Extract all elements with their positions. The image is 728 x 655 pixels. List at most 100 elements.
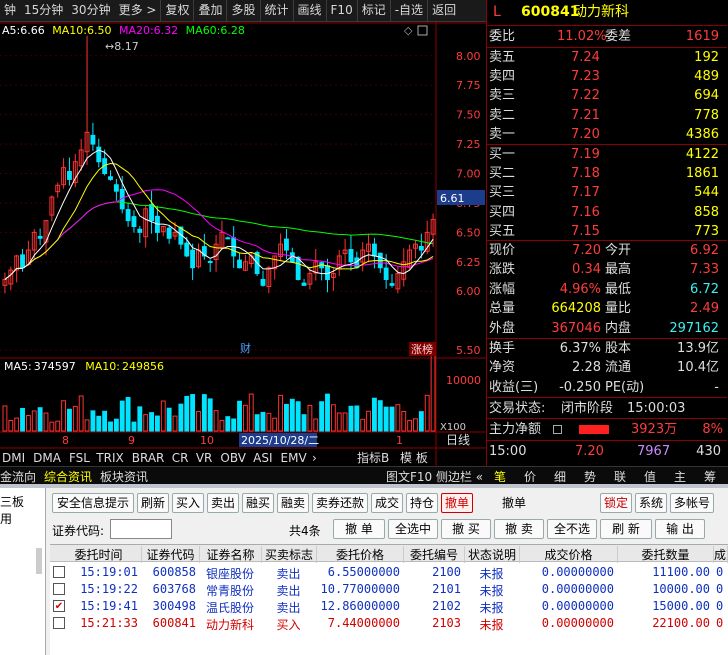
order-row[interactable]: 15:21:33 600841 动力新科 买入 7.44000000 2103 未报 0.00… — [50, 615, 728, 632]
candle-body[interactable] — [184, 242, 190, 257]
candle-body[interactable] — [207, 261, 213, 264]
refresh-button[interactable]: 刷新 — [137, 493, 169, 513]
export-button[interactable]: 输 出 — [655, 519, 705, 539]
sell-level-row[interactable]: 卖五 7.24 192 — [487, 48, 727, 67]
buy-level-row[interactable]: 买二 7.18 1861 — [487, 164, 727, 183]
sell-level-row[interactable]: 卖三 7.22 694 — [487, 86, 727, 105]
candle-body[interactable] — [260, 278, 266, 286]
order-row[interactable]: ✔ 15:19:41 300498 温氏股份 卖出 12.86000000 2102 未报 0.… — [50, 598, 728, 615]
candle-body[interactable] — [225, 237, 231, 240]
margin-sell-button[interactable]: 融卖 — [277, 493, 309, 513]
candle-body[interactable] — [371, 243, 377, 257]
tab-fund-flow[interactable]: 金流向 — [0, 468, 36, 485]
cancel-selected-button[interactable]: 撤 单 — [333, 519, 385, 539]
period-tab-15min[interactable]: 15分钟 — [20, 0, 67, 21]
candle-body[interactable] — [166, 227, 172, 239]
diamond-icon[interactable]: ◇ — [404, 24, 413, 37]
cancel-buys-button[interactable]: 撤 买 — [441, 519, 491, 539]
kline-chart[interactable]: 8.007.757.507.257.006.756.506.256.005.50… — [0, 22, 486, 466]
buy-button[interactable]: 买入 — [172, 493, 204, 513]
draw-line-button[interactable]: 画线 — [292, 0, 326, 21]
candle-body[interactable] — [149, 204, 154, 222]
scroll-arrow-right[interactable]: › — [312, 451, 317, 465]
candle-body[interactable] — [96, 146, 102, 163]
quote-tab[interactable]: 主 — [674, 468, 686, 485]
statistics-button[interactable]: 统计 — [259, 0, 293, 21]
candle-body[interactable] — [137, 228, 143, 233]
sell-repay-button[interactable]: 卖券还款 — [312, 493, 368, 513]
indicator-b-tab[interactable]: 指标B — [357, 450, 389, 465]
column-header[interactable]: 证券代码 — [142, 546, 200, 563]
cancel-sells-button[interactable]: 撤 卖 — [494, 519, 544, 539]
quote-tab[interactable]: 价 — [524, 468, 536, 485]
margin-buy-button[interactable]: 融买 — [242, 493, 274, 513]
candle-body[interactable] — [125, 209, 131, 222]
order-row[interactable]: 15:19:22 603768 常青股份 卖出 10.77000000 2101 未报 0.0… — [50, 581, 728, 598]
candle-body[interactable] — [383, 267, 389, 280]
template-tab[interactable]: 模 板 — [400, 451, 428, 465]
candle-body[interactable] — [418, 245, 424, 251]
candle-body[interactable] — [301, 282, 307, 286]
period-label[interactable]: 日线 — [446, 433, 470, 447]
candle-body[interactable] — [348, 249, 354, 263]
column-header[interactable]: 委托数量 — [618, 546, 714, 563]
security-info-button[interactable]: 安全信息提示 — [52, 493, 134, 513]
multi-account-button[interactable]: 多帐号 — [670, 493, 714, 513]
mark-button[interactable]: 标记 — [356, 0, 390, 21]
deals-button[interactable]: 成交 — [371, 493, 403, 513]
column-header[interactable]: 状态说明 — [465, 546, 520, 563]
column-header[interactable]: 成交数量 — [714, 546, 728, 563]
column-header[interactable]: 委托时间 — [56, 546, 142, 563]
indicator-tabs[interactable]: DMI DMA FSL TRIX BRAR CR VR OBV ASI EMV — [2, 451, 307, 465]
quote-tab[interactable]: 势 — [584, 468, 596, 485]
order-row[interactable]: 15:19:01 600858 银座股份 卖出 6.55000000 2100 未报 0.00… — [50, 564, 728, 581]
f10-button[interactable]: F10 — [325, 0, 357, 21]
column-header[interactable]: 委托价格 — [317, 546, 404, 563]
sell-level-row[interactable]: 卖四 7.23 489 — [487, 67, 727, 86]
candle-body[interactable] — [113, 184, 119, 192]
select-all-button[interactable]: 全选中 — [388, 519, 438, 539]
sidebar-item-use[interactable]: 用 — [0, 510, 12, 527]
sell-button[interactable]: 卖出 — [207, 493, 239, 513]
positions-button[interactable]: 持仓 — [406, 493, 438, 513]
main-force-toggle-icon[interactable] — [553, 425, 562, 434]
fuquan-button[interactable]: 复权 — [160, 0, 193, 21]
column-header[interactable]: 买卖标志 — [262, 546, 317, 563]
system-button[interactable]: 系统 — [635, 493, 667, 513]
buy-level-row[interactable]: 买一 7.19 4122 — [487, 145, 727, 164]
quote-tab[interactable]: 细 — [554, 468, 566, 485]
remove-favorite-button[interactable]: -自选 — [389, 0, 427, 21]
candle-body[interactable] — [37, 235, 43, 239]
cancel-order-tab[interactable]: 撤单 — [441, 493, 473, 513]
column-header[interactable]: 成交价格 — [520, 546, 618, 563]
sell-level-row[interactable]: 卖二 7.21 778 — [487, 106, 727, 125]
tab-news[interactable]: 综合资讯 — [44, 468, 92, 485]
deselect-all-button[interactable]: 全不选 — [547, 519, 597, 539]
candle-body[interactable] — [131, 216, 137, 227]
candle-body[interactable] — [389, 283, 395, 286]
candle-body[interactable] — [20, 254, 25, 269]
quote-tab[interactable]: 联 — [614, 468, 626, 485]
sell-level-row[interactable]: 卖一 7.20 4386 — [487, 125, 727, 144]
back-button[interactable]: 返回 — [427, 0, 460, 21]
candle-body[interactable] — [90, 134, 96, 145]
period-tab-minute[interactable]: 钟 — [0, 0, 20, 21]
sidebar-scrollbar[interactable] — [36, 548, 42, 574]
overlay-button[interactable]: 叠加 — [193, 0, 226, 21]
f10-sidebar-tab[interactable]: 图文F10 侧边栏 « — [386, 468, 483, 485]
code-input[interactable] — [110, 519, 172, 539]
buy-level-row[interactable]: 买四 7.16 858 — [487, 203, 727, 222]
zhangbang-marker[interactable]: 涨榜 — [411, 342, 433, 356]
column-header[interactable]: 委托编号 — [404, 546, 465, 563]
quote-tab[interactable]: 笔 — [494, 468, 506, 485]
settings-square-icon[interactable] — [417, 25, 428, 36]
buy-level-row[interactable]: 买三 7.17 544 — [487, 183, 727, 202]
candle-body[interactable] — [284, 238, 289, 251]
quote-tab[interactable]: 筹 — [704, 468, 716, 485]
candle-body[interactable] — [295, 256, 301, 280]
multi-stock-button[interactable]: 多股 — [226, 0, 259, 21]
more-periods-button[interactable]: 更多 > — [115, 0, 161, 21]
candle-body[interactable] — [108, 176, 113, 180]
period-tab-30min[interactable]: 30分钟 — [67, 0, 114, 21]
sidebar-item-board[interactable]: 三板 — [0, 493, 24, 510]
